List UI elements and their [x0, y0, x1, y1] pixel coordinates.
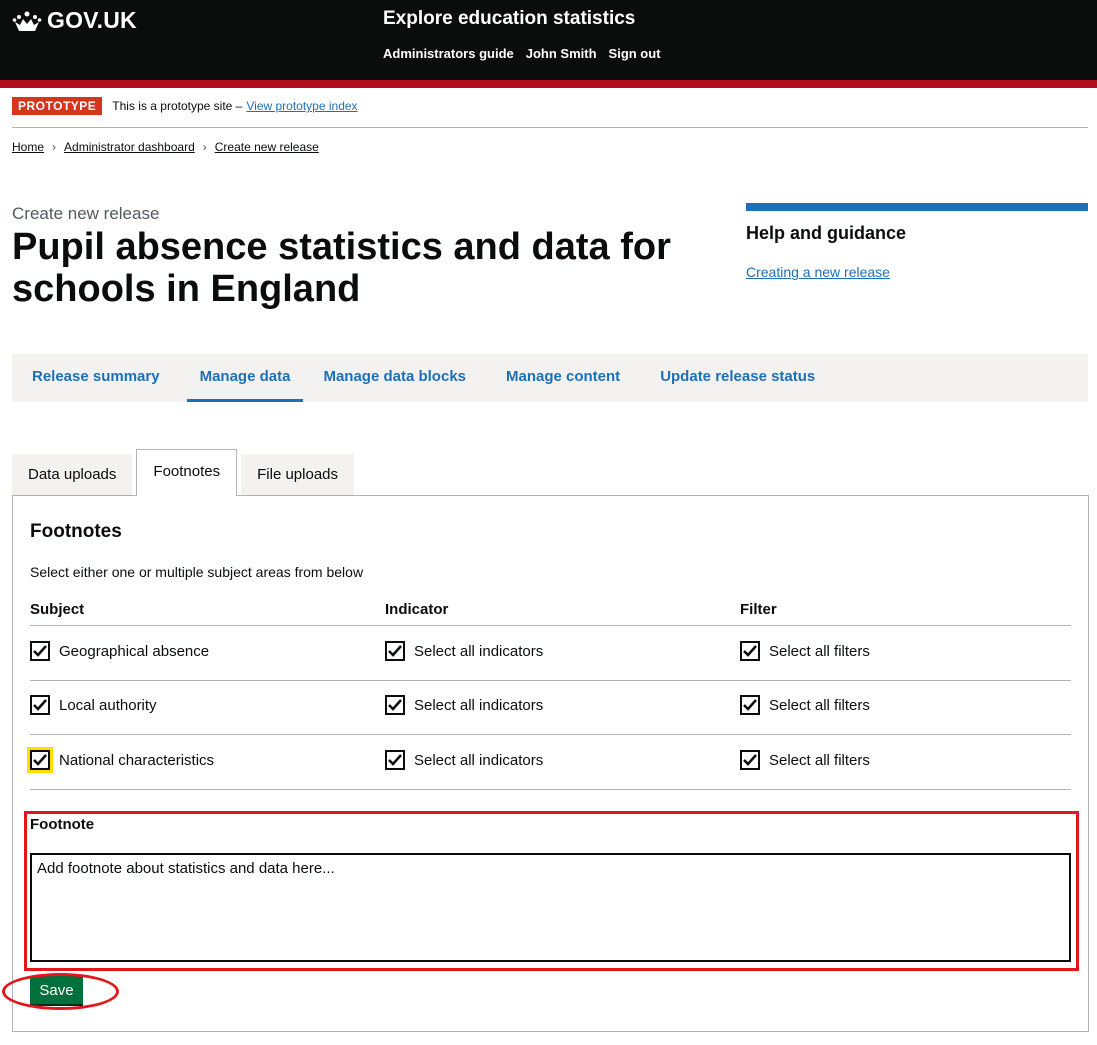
- footnote-label: Footnote: [30, 816, 95, 833]
- breadcrumb-admin-dashboard[interactable]: Administrator dashboard: [64, 140, 195, 154]
- help-panel: Help and guidance Creating a new release: [746, 203, 1088, 282]
- checkbox[interactable]: [385, 750, 405, 770]
- checkbox-label: Local authority: [59, 696, 157, 714]
- help-link-creating-release[interactable]: Creating a new release: [746, 264, 890, 280]
- tab-list: Data uploads Footnotes File uploads: [12, 449, 358, 496]
- footnotes-hint: Select either one or multiple subject ar…: [30, 564, 364, 580]
- checkmark-icon: [388, 754, 402, 766]
- checkbox[interactable]: [740, 750, 760, 770]
- tab-data-uploads[interactable]: Data uploads: [12, 454, 133, 495]
- nav-manage-data[interactable]: Manage data: [186, 354, 304, 402]
- row-divider: [30, 625, 1071, 626]
- nav-release-summary[interactable]: Release summary: [12, 354, 180, 402]
- row-divider: [30, 680, 1071, 681]
- checkmark-icon: [33, 645, 47, 657]
- sign-out-link[interactable]: Sign out: [609, 46, 661, 61]
- checkbox[interactable]: [30, 695, 50, 715]
- checkbox[interactable]: [385, 695, 405, 715]
- prototype-tag: PROTOTYPE: [12, 97, 103, 115]
- nav-manage-data-blocks[interactable]: Manage data blocks: [303, 354, 486, 402]
- subject-checkbox-local-authority[interactable]: Local authority: [30, 695, 157, 715]
- indicator-checkbox-select-all[interactable]: Select all indicators: [385, 695, 543, 715]
- checkbox-label: Select all filters: [769, 751, 870, 769]
- checkbox[interactable]: [30, 641, 50, 661]
- checkmark-icon: [388, 699, 402, 711]
- checkbox-label: National characteristics: [59, 751, 215, 769]
- page-title: Pupil absence statistics and data for sc…: [12, 226, 671, 310]
- prototype-text: This is a prototype site –: [112, 99, 243, 113]
- nav-update-release-status[interactable]: Update release status: [640, 354, 835, 402]
- checkbox[interactable]: [740, 641, 760, 661]
- chevron-right-icon: ›: [202, 140, 207, 154]
- checkmark-icon: [743, 645, 757, 657]
- subject-checkbox-geographical-absence[interactable]: Geographical absence: [30, 641, 209, 661]
- user-name-link[interactable]: John Smith: [526, 46, 597, 61]
- breadcrumb: Home › Administrator dashboard › Create …: [12, 140, 319, 154]
- checkmark-icon: [743, 754, 757, 766]
- header-stripe: [0, 80, 1097, 88]
- footnotes-heading: Footnotes: [30, 521, 122, 542]
- checkmark-icon: [33, 699, 47, 711]
- indicator-checkbox-select-all[interactable]: Select all indicators: [385, 750, 543, 770]
- checkbox-label: Select all indicators: [414, 696, 544, 714]
- column-header-filter: Filter: [740, 601, 777, 618]
- checkbox-label: Geographical absence: [59, 642, 210, 660]
- checkbox[interactable]: [740, 695, 760, 715]
- header-nav: Administrators guide John Smith Sign out: [383, 46, 661, 61]
- column-header-indicator: Indicator: [385, 601, 449, 618]
- logo-text: GOV.UK: [47, 7, 137, 33]
- service-name[interactable]: Explore education statistics: [383, 8, 635, 30]
- checkmark-icon: [33, 754, 47, 766]
- filter-checkbox-select-all[interactable]: Select all filters: [740, 695, 870, 715]
- column-header-subject: Subject: [30, 601, 85, 618]
- annotation-highlight-ellipse: [2, 973, 119, 1010]
- checkbox-label: Select all filters: [769, 642, 870, 660]
- help-heading: Help and guidance: [746, 223, 907, 243]
- site-header: GOV.UK Explore education statistics Admi…: [0, 0, 1097, 80]
- release-nav: Release summary Manage data Manage data …: [12, 354, 1088, 402]
- subject-checkbox-national-characteristics[interactable]: National characteristics: [27, 747, 215, 773]
- indicator-checkbox-select-all[interactable]: Select all indicators: [385, 641, 543, 661]
- checkbox-label: Select all indicators: [414, 642, 544, 660]
- prototype-index-link[interactable]: View prototype index: [246, 99, 357, 113]
- page-caption: Create new release: [12, 204, 160, 223]
- checkmark-icon: [388, 645, 402, 657]
- row-divider: [30, 734, 1071, 735]
- checkmark-icon: [743, 699, 757, 711]
- breadcrumb-create-release[interactable]: Create new release: [215, 140, 319, 154]
- checkbox-label: Select all indicators: [414, 751, 544, 769]
- filter-checkbox-select-all[interactable]: Select all filters: [740, 641, 870, 661]
- nav-manage-content[interactable]: Manage content: [486, 354, 640, 402]
- breadcrumb-home[interactable]: Home: [12, 140, 44, 154]
- row-divider: [30, 789, 1071, 790]
- checkbox[interactable]: [27, 747, 53, 773]
- crown-icon: [12, 11, 42, 31]
- tab-footnotes[interactable]: Footnotes: [136, 449, 238, 496]
- divider: [12, 127, 1088, 128]
- prototype-banner: PROTOTYPE This is a prototype site – Vie…: [12, 97, 358, 115]
- checkbox-label: Select all filters: [769, 696, 870, 714]
- tab-file-uploads[interactable]: File uploads: [241, 454, 355, 495]
- filter-checkbox-select-all[interactable]: Select all filters: [740, 750, 870, 770]
- chevron-right-icon: ›: [52, 140, 57, 154]
- footnote-textarea[interactable]: [30, 853, 1071, 962]
- govuk-logo[interactable]: GOV.UK: [12, 7, 137, 34]
- checkbox[interactable]: [385, 641, 405, 661]
- administrators-guide-link[interactable]: Administrators guide: [383, 46, 514, 61]
